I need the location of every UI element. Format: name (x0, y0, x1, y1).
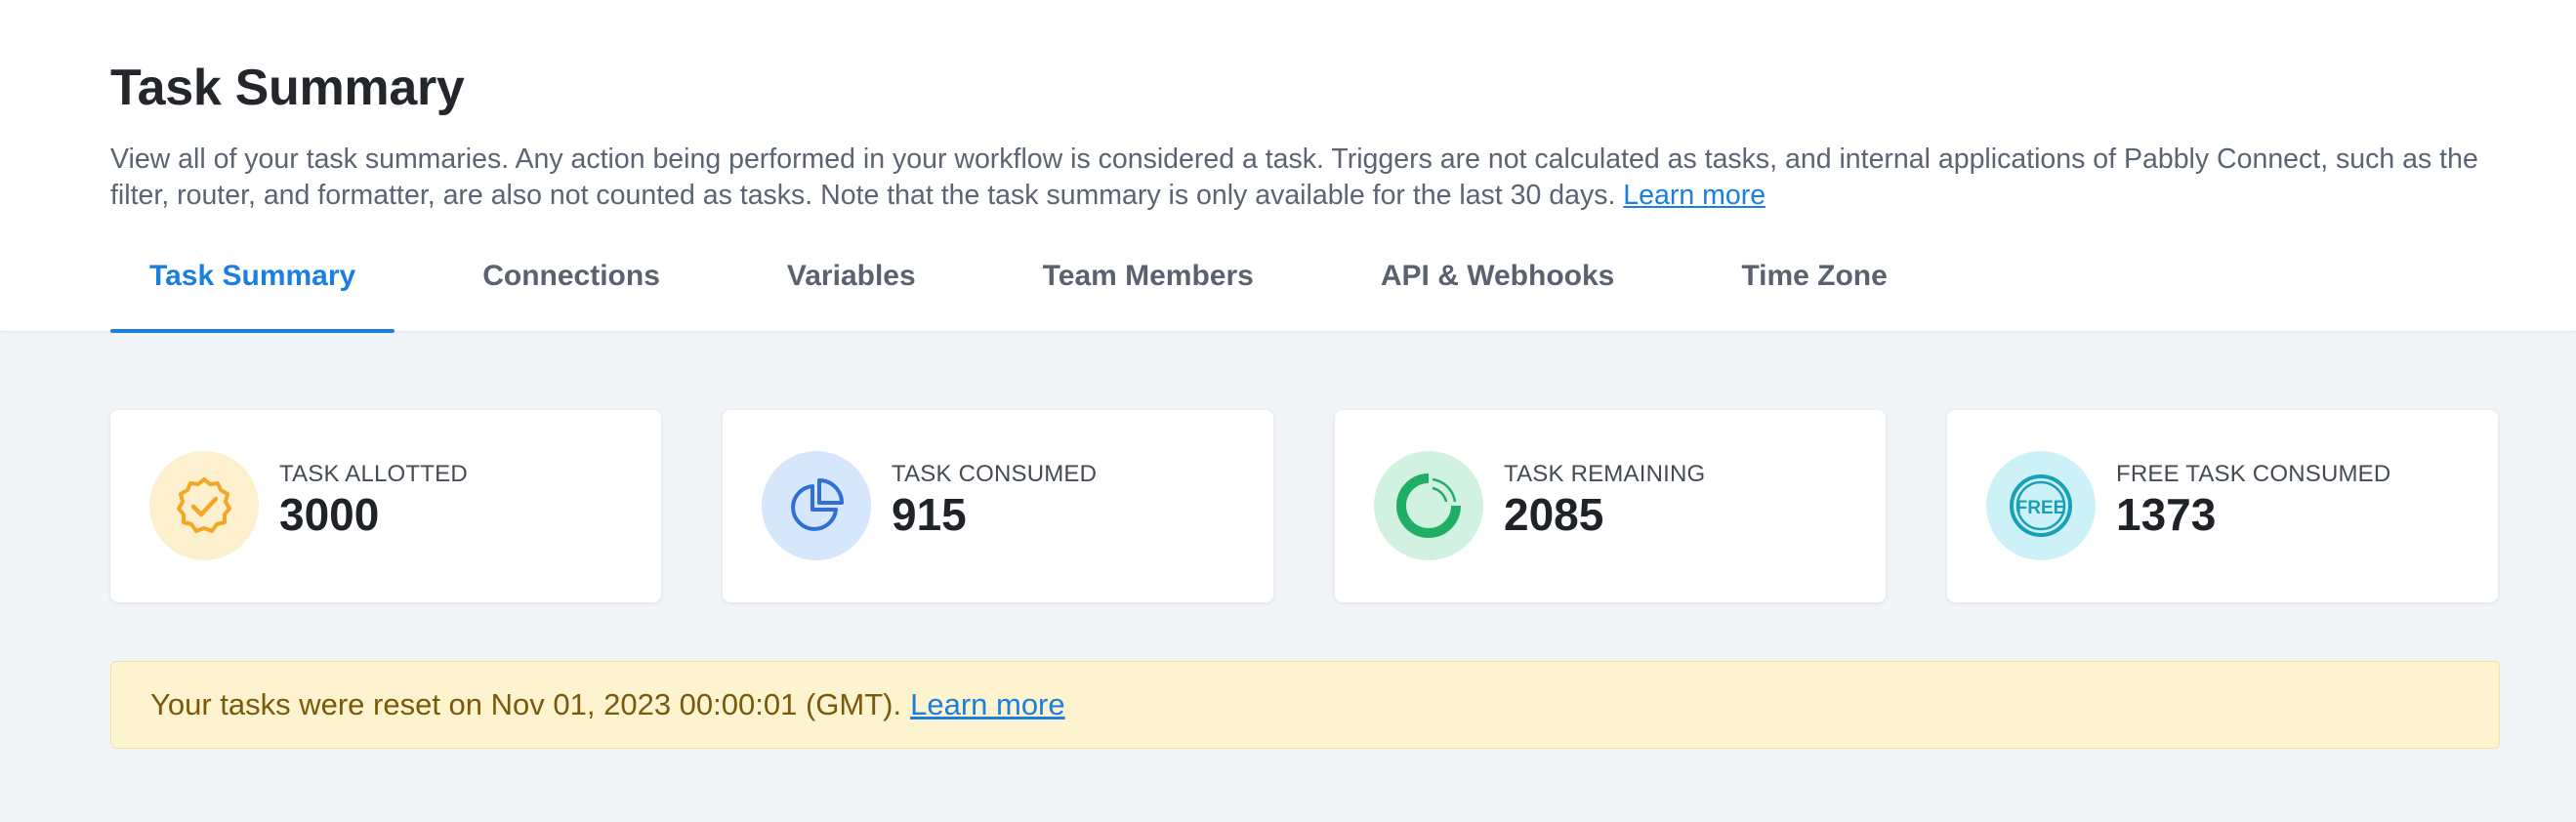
tab-time-zone[interactable]: Time Zone (1702, 242, 1926, 332)
task-allotted-icon-wrap (149, 451, 259, 560)
task-consumed-label: TASK CONSUMED (892, 461, 1098, 487)
tab-bar: Task Summary Connections Variables Team … (110, 242, 1975, 333)
page-title: Task Summary (110, 60, 465, 116)
tab-api-webhooks[interactable]: API & Webhooks (1342, 242, 1653, 332)
task-consumed-value: 915 (892, 489, 967, 540)
tab-task-summary[interactable]: Task Summary (110, 242, 395, 333)
task-allotted-value: 3000 (279, 489, 380, 540)
task-allotted-card: TASK ALLOTTED 3000 (110, 410, 661, 602)
page-description: View all of your task summaries. Any act… (110, 142, 2513, 214)
tab-team-members[interactable]: Team Members (1004, 242, 1293, 332)
task-reset-notice-text: Your tasks were reset on Nov 01, 2023 00… (150, 687, 902, 721)
tab-variables[interactable]: Variables (748, 242, 955, 332)
task-remaining-icon-wrap (1374, 451, 1483, 560)
notice-learn-more-link[interactable]: Learn more (910, 687, 1065, 722)
free-task-icon-wrap: FREE (1986, 451, 2096, 560)
free-task-consumed-value: 1373 (2116, 489, 2217, 540)
task-consumed-icon-wrap (762, 451, 871, 560)
badge-check-icon (177, 477, 231, 533)
tab-connections[interactable]: Connections (443, 242, 699, 332)
page-description-text: View all of your task summaries. Any act… (110, 144, 2478, 211)
task-remaining-label: TASK REMAINING (1504, 461, 1706, 487)
task-stats: TASK ALLOTTED 3000 TASK CONSUMED 915 TAS… (110, 410, 2500, 602)
donut-icon (1396, 473, 1461, 538)
task-reset-notice: Your tasks were reset on Nov 01, 2023 00… (110, 661, 2500, 749)
free-icon-text: FREE (2016, 498, 2066, 518)
free-task-consumed-card: FREE FREE TASK CONSUMED 1373 (1947, 410, 2498, 602)
task-allotted-label: TASK ALLOTTED (279, 461, 468, 487)
task-consumed-card: TASK CONSUMED 915 (723, 410, 1273, 602)
page-header: Task Summary View all of your task summa… (0, 0, 2576, 333)
learn-more-link[interactable]: Learn more (1623, 180, 1766, 211)
task-remaining-value: 2085 (1504, 489, 1604, 540)
task-remaining-card: TASK REMAINING 2085 (1335, 410, 1886, 602)
free-icon: FREE (2010, 474, 2072, 537)
free-task-consumed-label: FREE TASK CONSUMED (2116, 461, 2391, 487)
pie-chart-icon (791, 478, 844, 531)
